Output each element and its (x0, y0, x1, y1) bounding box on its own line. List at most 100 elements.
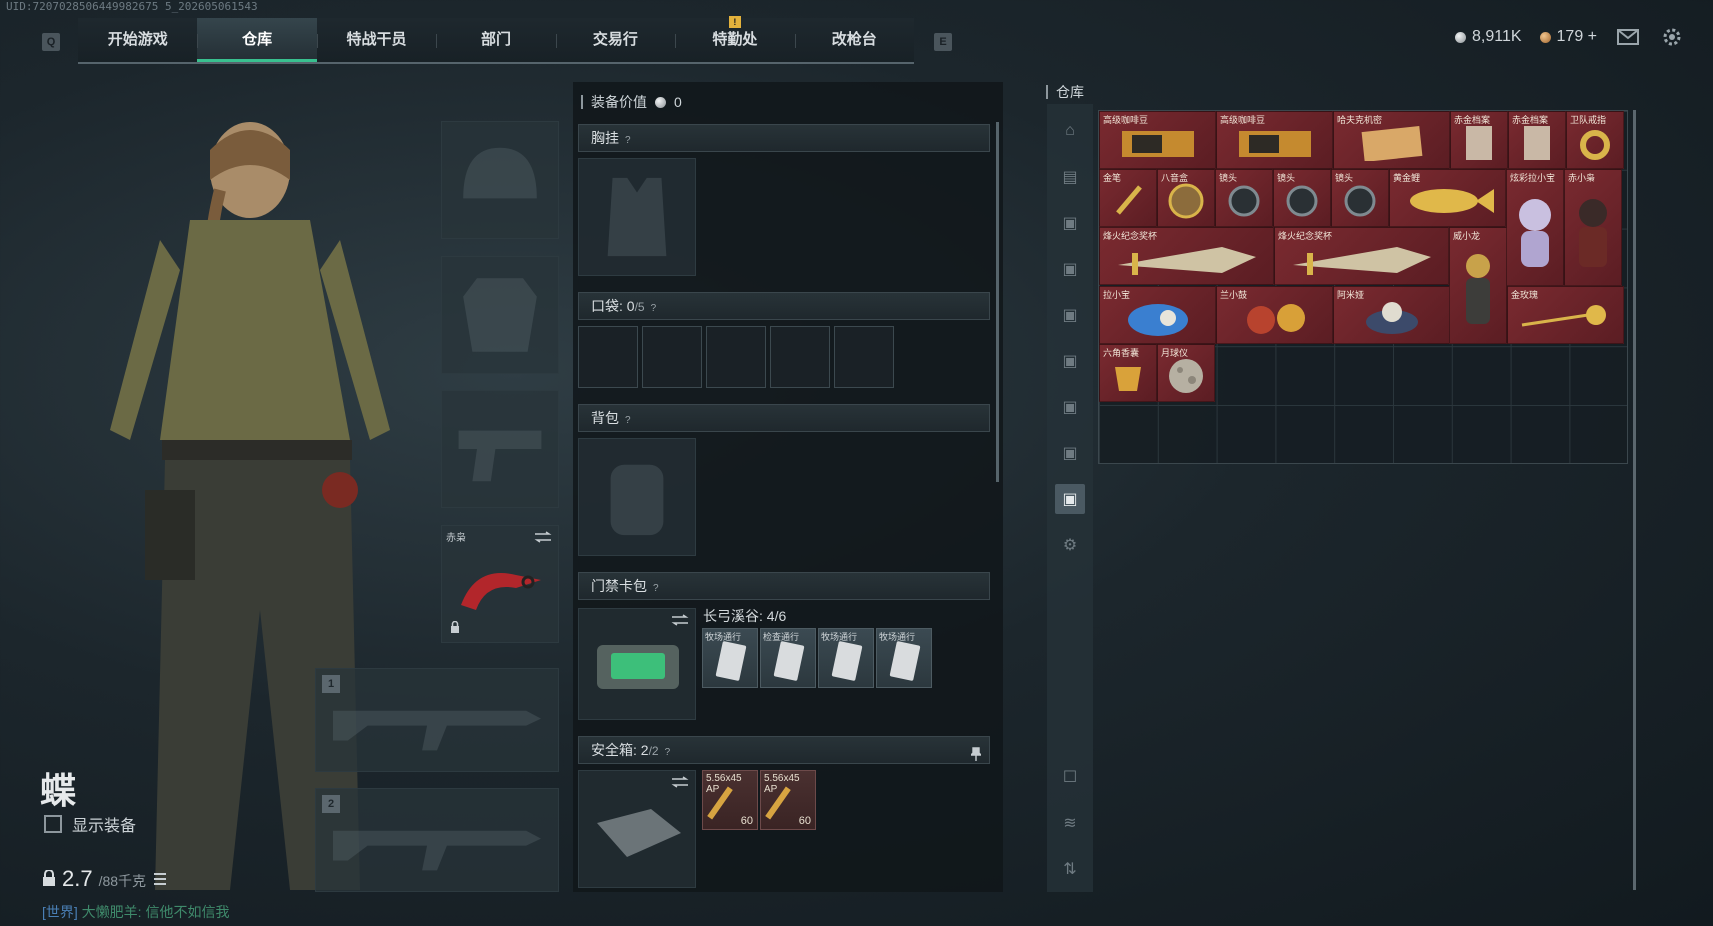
armor-slot[interactable] (441, 256, 559, 374)
storage-sort-icon[interactable]: ☐ (1055, 762, 1085, 792)
storage-grid[interactable]: 高级咖啡豆 高级咖啡豆 哈夫克机密 赤金档案 赤金档案 卫队戒指 金笔 八音盒 … (1098, 110, 1628, 464)
uid-text: UID:7207028506449982675 5_202605061543 (6, 0, 258, 13)
tab-special-ops[interactable]: ! 特勤处 (675, 16, 794, 62)
storage-item[interactable]: 金玫瑰 (1507, 286, 1624, 344)
warning-badge: ! (728, 16, 741, 28)
show-equipment-toggle[interactable]: 显示装备 (44, 812, 136, 836)
layers-icon[interactable]: ≋ (1055, 808, 1085, 838)
tab-operators[interactable]: 特战干员 (316, 18, 436, 62)
pocket-slot[interactable] (834, 326, 894, 388)
storage-item[interactable]: 六角香囊 (1099, 344, 1157, 402)
tab-department[interactable]: 部门 (436, 18, 555, 62)
storage-category-icon[interactable]: ⌂ (1055, 116, 1085, 146)
primary-weapon-slot-2[interactable]: 2 (315, 788, 559, 892)
storage-item[interactable]: 镜头 (1273, 169, 1331, 227)
storage-category-icon[interactable]: ▣ (1055, 254, 1085, 284)
storage-item[interactable]: 高级咖啡豆 (1099, 111, 1216, 169)
storage-item[interactable]: 烽火纪念奖杯 (1099, 227, 1274, 285)
pistol-slot[interactable] (441, 390, 559, 508)
plush-figure-icon (1519, 199, 1551, 268)
ring-icon (1580, 129, 1610, 160)
help-icon[interactable]: ? (665, 747, 671, 758)
silver-currency[interactable]: 8,911K (1454, 28, 1522, 46)
storage-item[interactable]: 高级咖啡豆 (1216, 111, 1333, 169)
pocket-slot[interactable] (706, 326, 766, 388)
bronze-currency[interactable]: 179 + (1539, 28, 1597, 46)
storage-item[interactable]: 八音盒 (1157, 169, 1215, 227)
keycard-case-icon (597, 645, 679, 689)
tab-warehouse[interactable]: 仓库 (197, 18, 317, 62)
storage-item[interactable]: 镜头 (1331, 169, 1389, 227)
storage-item[interactable]: 黄金鲤 (1389, 169, 1506, 227)
keycard-item[interactable]: 牧场通行 (702, 628, 758, 688)
list-icon[interactable] (152, 866, 168, 892)
storage-category-icon[interactable]: ▣ (1055, 392, 1085, 422)
storage-item[interactable]: 金笔 (1099, 169, 1157, 227)
loadout-scrollbar[interactable] (996, 122, 999, 482)
keycard-item[interactable]: 牧场通行 (876, 628, 932, 688)
storage-item[interactable]: 兰小鼓 (1216, 286, 1333, 344)
help-icon[interactable]: ? (651, 303, 657, 314)
swap-icon[interactable] (671, 775, 689, 793)
keycard-item[interactable]: 检查通行 (760, 628, 816, 688)
chest-rig-slot[interactable] (578, 158, 696, 276)
storage-item[interactable]: 拉小宝 (1099, 286, 1216, 344)
pocket-slot[interactable] (770, 326, 830, 388)
plush-toy-icon (1127, 303, 1188, 336)
storage-item[interactable]: 哈夫克机密 (1333, 111, 1450, 169)
help-icon[interactable]: ? (625, 135, 631, 146)
storage-settings-icon[interactable]: ⚙ (1055, 530, 1085, 560)
keycard-case-slot[interactable] (578, 608, 696, 720)
mail-icon[interactable] (1615, 24, 1641, 50)
storage-category-icon[interactable]: ▤ (1055, 162, 1085, 192)
help-icon[interactable]: ? (653, 583, 659, 594)
storage-item[interactable]: 赤小枭 (1564, 169, 1622, 286)
ammo-item[interactable]: 5.56x45 AP 60 (760, 770, 816, 830)
storage-item[interactable]: 赤金档案 (1508, 111, 1566, 169)
storage-item[interactable]: 威小龙 (1449, 227, 1507, 344)
pocket-slot[interactable] (578, 326, 638, 388)
storage-category-icon[interactable]: ▣ (1055, 208, 1085, 238)
ammo-item[interactable]: 5.56x45 AP 60 (702, 770, 758, 830)
tab-start-game[interactable]: 开始游戏 (78, 18, 197, 62)
bronze-amount: 179 + (1556, 28, 1597, 45)
primary-weapon-slot-1[interactable]: 1 (315, 668, 559, 772)
melee-slot[interactable]: 赤枭 (441, 525, 559, 643)
keycard-header[interactable]: 门禁卡包? (578, 572, 990, 600)
chest-rig-header[interactable]: 胸挂? (578, 124, 990, 152)
show-equipment-label: 显示装备 (72, 818, 137, 835)
transfer-icon[interactable]: ⇅ (1055, 854, 1085, 884)
swap-icon[interactable] (671, 613, 689, 631)
storage-item[interactable]: 阿米娅 (1333, 286, 1450, 344)
keycard-item[interactable]: 牧场通行 (818, 628, 874, 688)
pocket-slot[interactable] (642, 326, 702, 388)
safe-box-slot[interactable] (578, 770, 696, 888)
backpack-header[interactable]: 背包? (578, 404, 990, 432)
safe-box-header[interactable]: 安全箱: 2/2? (578, 736, 990, 764)
storage-item[interactable]: 炫彩拉小宝 (1506, 169, 1564, 286)
backpack-slot[interactable] (578, 438, 696, 556)
storage-category-icon[interactable]: ▣ (1055, 300, 1085, 330)
storage-item[interactable]: 月球仪 (1157, 344, 1215, 402)
storage-category-icon[interactable]: ▣ (1055, 346, 1085, 376)
storage-item[interactable]: 卫队戒指 (1566, 111, 1624, 169)
helmet-slot[interactable] (441, 121, 559, 239)
storage-category-icon[interactable]: ▣ (1055, 484, 1085, 514)
storage-scrollbar[interactable] (1633, 110, 1636, 890)
tab-trading[interactable]: 交易行 (555, 18, 675, 62)
figure-icon (1365, 301, 1418, 334)
tab-gunsmith[interactable]: 改枪台 (794, 18, 914, 62)
pockets-header[interactable]: 口袋: 0/5? (578, 292, 990, 320)
storage-item[interactable]: 赤金档案 (1450, 111, 1508, 169)
swap-icon[interactable] (534, 530, 552, 548)
storage-item[interactable]: 镜头 (1215, 169, 1273, 227)
storage-item[interactable]: 烽火纪念奖杯 (1274, 227, 1449, 285)
key-hint-e[interactable]: E (934, 33, 952, 51)
chat-line[interactable]: [世界] 大懒肥羊: 信他不如信我 (42, 902, 229, 922)
settings-icon[interactable] (1659, 24, 1685, 50)
storage-category-icon[interactable]: ▣ (1055, 438, 1085, 468)
pin-icon[interactable] (969, 743, 983, 769)
help-icon[interactable]: ? (625, 415, 631, 426)
show-equipment-checkbox[interactable] (44, 815, 62, 833)
key-hint-q[interactable]: Q (42, 33, 60, 51)
